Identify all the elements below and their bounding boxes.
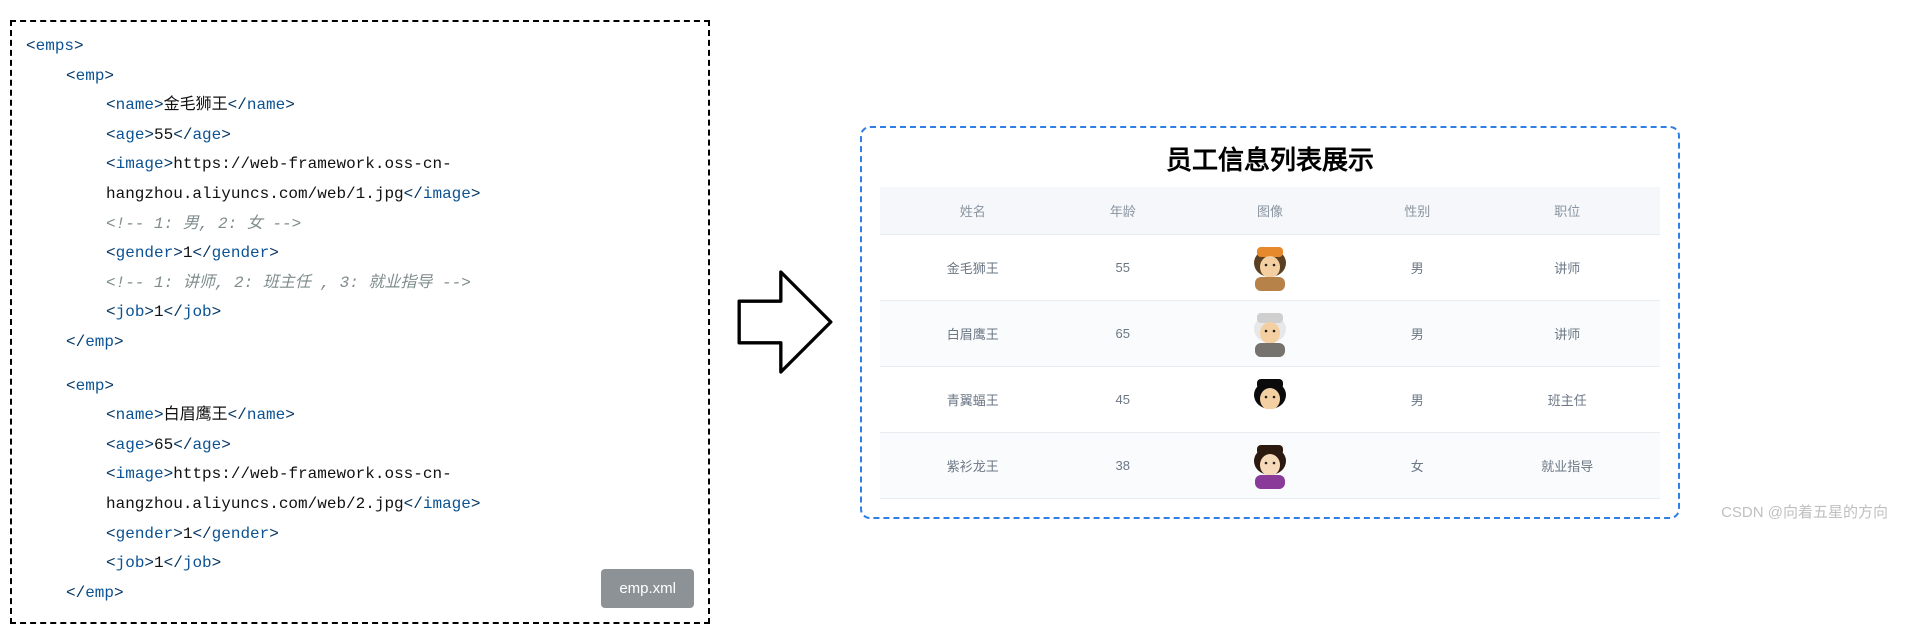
cell-gender: 男: [1360, 234, 1475, 300]
table-row: 白眉鹰王 65 男 讲师: [880, 300, 1660, 366]
watermark: CSDN @向着五星的方向: [1721, 501, 1888, 522]
xml-line: <gender>1</gender>: [26, 520, 694, 550]
xml-line: <gender>1</gender>: [26, 239, 694, 269]
table-row: 青翼蝠王 45 男 班主任: [880, 366, 1660, 432]
table-header-row: 姓名 年龄 图像 性别 职位: [880, 187, 1660, 235]
table-row: 紫衫龙王 38 女 就业指导: [880, 432, 1660, 498]
xml-line: </emp>: [26, 579, 694, 609]
cell-image: [1180, 366, 1360, 432]
employee-table: 姓名 年龄 图像 性别 职位 金毛狮王 55 男 讲师 白眉鹰王 65 男 讲: [880, 187, 1660, 499]
xml-source-panel: <emps> <emp> <name>金毛狮王</name> <age>55</…: [10, 20, 710, 624]
cell-gender: 男: [1360, 300, 1475, 366]
xml-line: <name>白眉鹰王</name>: [26, 401, 694, 431]
cell-age: 55: [1065, 234, 1180, 300]
xml-line: <emps>: [26, 32, 694, 62]
cell-gender: 男: [1360, 366, 1475, 432]
col-header-age: 年龄: [1065, 187, 1180, 235]
cell-image: [1180, 300, 1360, 366]
cell-job: 讲师: [1475, 300, 1660, 366]
cell-job: 班主任: [1475, 366, 1660, 432]
arrow-icon: [735, 262, 835, 382]
xml-line: <image>https://web-framework.oss-cn-hang…: [26, 150, 694, 209]
xml-line: <name>金毛狮王</name>: [26, 91, 694, 121]
cell-name: 青翼蝠王: [880, 366, 1065, 432]
xml-line: <emp>: [26, 62, 694, 92]
cell-name: 紫衫龙王: [880, 432, 1065, 498]
col-header-name: 姓名: [880, 187, 1065, 235]
table-title: 员工信息列表展示: [880, 140, 1660, 177]
xml-comment: <!-- 1: 讲师, 2: 班主任 , 3: 就业指导 -->: [26, 269, 694, 299]
avatar-icon: [1245, 241, 1295, 294]
cell-age: 65: [1065, 300, 1180, 366]
col-header-image: 图像: [1180, 187, 1360, 235]
employee-table-panel: 员工信息列表展示 姓名 年龄 图像 性别 职位 金毛狮王 55 男 讲师 白眉鹰…: [860, 126, 1680, 519]
cell-image: [1180, 432, 1360, 498]
xml-line: <emp>: [26, 372, 694, 402]
xml-line: <image>https://web-framework.oss-cn-hang…: [26, 460, 694, 519]
cell-job: 讲师: [1475, 234, 1660, 300]
col-header-job: 职位: [1475, 187, 1660, 235]
avatar-icon: [1245, 307, 1295, 360]
cell-name: 白眉鹰王: [880, 300, 1065, 366]
xml-line: <age>65</age>: [26, 431, 694, 461]
xml-line: </emp>: [26, 328, 694, 358]
xml-line: <job>1</job>: [26, 549, 694, 579]
avatar-icon: [1245, 373, 1295, 426]
xml-comment: <!-- 1: 男, 2: 女 -->: [26, 210, 694, 240]
xml-line: <job>1</job>: [26, 298, 694, 328]
table-row: 金毛狮王 55 男 讲师: [880, 234, 1660, 300]
cell-age: 38: [1065, 432, 1180, 498]
cell-name: 金毛狮王: [880, 234, 1065, 300]
cell-age: 45: [1065, 366, 1180, 432]
file-badge: emp.xml: [601, 569, 694, 609]
cell-image: [1180, 234, 1360, 300]
xml-line: <age>55</age>: [26, 121, 694, 151]
cell-gender: 女: [1360, 432, 1475, 498]
col-header-gender: 性别: [1360, 187, 1475, 235]
avatar-icon: [1245, 439, 1295, 492]
cell-job: 就业指导: [1475, 432, 1660, 498]
